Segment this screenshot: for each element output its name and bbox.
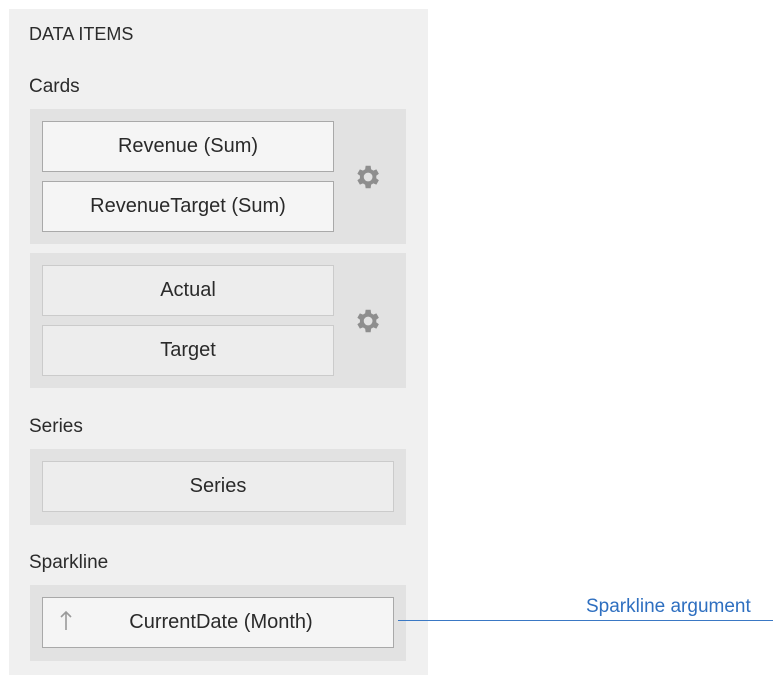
series-group: Series bbox=[30, 449, 406, 525]
sparkline-field-label: CurrentDate (Month) bbox=[129, 611, 313, 633]
panel-header: DATA ITEMS bbox=[29, 24, 134, 44]
card-target-field[interactable]: RevenueTarget (Sum) bbox=[42, 181, 334, 232]
gear-icon[interactable] bbox=[352, 306, 382, 336]
callout-label: Sparkline argument bbox=[586, 596, 751, 617]
cards-section-label: Cards bbox=[29, 76, 80, 97]
sparkline-argument-field[interactable]: CurrentDate (Month) bbox=[42, 597, 394, 648]
series-section-label: Series bbox=[29, 416, 83, 437]
sparkline-section-label: Sparkline bbox=[29, 552, 109, 573]
sort-ascending-icon[interactable] bbox=[59, 610, 73, 632]
card-actual-placeholder[interactable]: Actual bbox=[42, 265, 334, 316]
card-target-placeholder[interactable]: Target bbox=[42, 325, 334, 376]
card-actual-field[interactable]: Revenue (Sum) bbox=[42, 121, 334, 172]
data-items-panel: DATA ITEMS Cards Revenue (Sum) RevenueTa… bbox=[9, 9, 428, 675]
sparkline-group: CurrentDate (Month) bbox=[30, 585, 406, 661]
callout-line bbox=[398, 620, 773, 621]
card-group-1: Revenue (Sum) RevenueTarget (Sum) bbox=[30, 109, 406, 244]
series-placeholder[interactable]: Series bbox=[42, 461, 394, 512]
gear-icon[interactable] bbox=[352, 162, 382, 192]
card-group-2: Actual Target bbox=[30, 253, 406, 388]
